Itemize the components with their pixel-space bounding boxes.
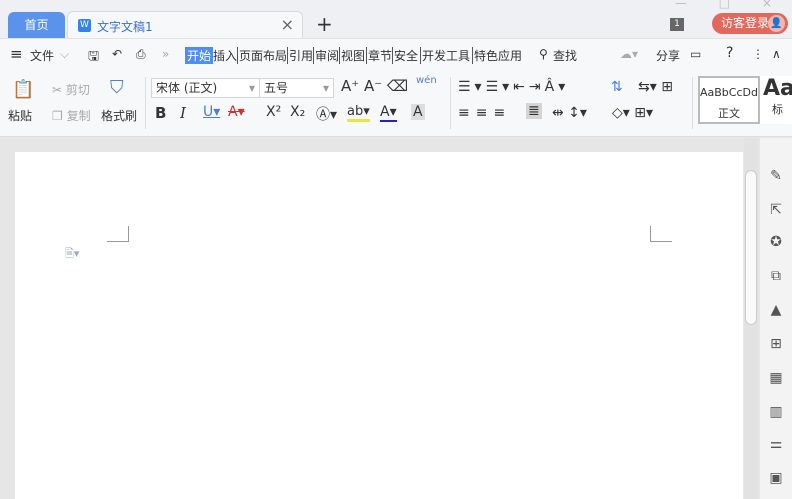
tab-stops-icon[interactable]: ⇆▾ ⊞ — [638, 79, 673, 95]
menu-page-layout[interactable]: 页面布局 — [237, 47, 287, 64]
menu-security[interactable]: 安全 — [392, 47, 418, 64]
menu-developer[interactable]: 开发工具 — [420, 47, 470, 64]
menu-file[interactable]: 文件 — [30, 47, 54, 64]
help-icon[interactable]: ? — [726, 45, 733, 61]
document-page[interactable]: 🗎▾ — [15, 152, 743, 499]
style-name: 标 — [772, 103, 783, 116]
menu-features[interactable]: 特色应用 — [472, 47, 522, 64]
apps-icon[interactable]: ▦ — [760, 370, 792, 386]
sort-icon[interactable]: ⇅ — [611, 79, 623, 95]
tab-home[interactable]: 首页 — [8, 12, 65, 38]
font-name-select[interactable]: 宋体 (正文) ▾ — [151, 78, 260, 98]
cloud-icon[interactable]: ☁▾ — [620, 47, 638, 61]
new-tab-button[interactable]: + — [316, 12, 333, 36]
margin-corner-marker — [650, 226, 672, 242]
justify-icon[interactable]: ≣ — [526, 103, 542, 119]
save-icon[interactable]: 🖫 — [88, 47, 99, 69]
underline-icon[interactable]: U▾ — [203, 104, 220, 120]
menu-home[interactable]: 开始 — [185, 47, 214, 64]
copy-button[interactable]: ❐ 复制 — [52, 107, 91, 124]
style-name: 正文 — [718, 107, 740, 120]
subscript-icon[interactable]: X₂ — [290, 104, 305, 120]
bold-icon[interactable]: B — [155, 104, 166, 122]
stamp-icon[interactable]: ▲ — [760, 302, 792, 318]
right-sidebar: ✎ ⇱ ✪ ⧉ ▲ ⊞ ▦ ▥ ⚌ ▣ — [760, 138, 792, 499]
ribbon-toolbar: 📋 粘贴 ✂ 剪切 ❐ 复制 ⛉ 格式刷 宋体 (正文) ▾ 五号 ▾ A⁺ A⁻ … — [0, 69, 792, 137]
superscript-icon[interactable]: X² — [266, 104, 281, 120]
divider — [450, 77, 451, 129]
menu-view[interactable]: 视图 — [339, 47, 365, 64]
cut-label: 剪切 — [65, 83, 90, 97]
style-heading[interactable]: Aa 标 — [760, 76, 792, 124]
format-painter-icon[interactable]: ⛉ — [110, 77, 124, 98]
paste-button[interactable]: 粘贴 — [8, 107, 32, 124]
sliders-icon[interactable]: ⚌ — [760, 436, 792, 452]
char-shading-icon[interactable]: A — [411, 104, 425, 120]
close-tab-icon[interactable]: × — [281, 15, 294, 34]
align-left-center-right-icon[interactable]: ≡≡≡ — [458, 105, 511, 121]
pen-icon[interactable]: ✎ — [760, 168, 792, 184]
cut-button[interactable]: ✂ 剪切 — [52, 81, 90, 98]
tab-document-title: 文字文稿1 — [97, 20, 153, 34]
menu-insert[interactable]: 插入 — [213, 47, 237, 64]
style-preview: Aa — [763, 76, 792, 101]
distributed-icon[interactable]: ⇹ ↕▾ — [552, 105, 587, 121]
font-name-value: 宋体 (正文) — [156, 81, 218, 95]
window-controls[interactable]: — □ × — [675, 0, 786, 10]
kebab-icon[interactable]: ⋮ — [752, 47, 764, 61]
shading-icon[interactable]: ◇▾ ⊞▾ — [612, 105, 653, 121]
badge-icon[interactable]: ✪ — [760, 234, 792, 250]
font-color-icon[interactable]: A▾ — [380, 104, 397, 122]
cursor-icon[interactable]: ⇱ — [760, 202, 792, 218]
paste-icon[interactable]: 📋 — [12, 79, 34, 100]
chart-icon[interactable]: ▥ — [760, 404, 792, 420]
scrollbar-thumb[interactable] — [745, 170, 757, 325]
tab-document[interactable]: W 文字文稿1 × — [67, 11, 303, 39]
text-effect-icon[interactable]: Ⓐ▾ — [316, 104, 337, 124]
menu-search[interactable]: 查找 — [553, 47, 577, 64]
search-icon[interactable]: ⚲ — [539, 47, 548, 61]
divider — [692, 77, 693, 129]
table-icon[interactable]: ⊞ — [760, 336, 792, 352]
menu-review[interactable]: 审阅 — [313, 47, 339, 64]
paragraph-menu-icon[interactable]: 🗎▾ — [65, 245, 79, 264]
guest-login-button[interactable]: 访客登录 👤 — [712, 13, 788, 34]
menu-bar: ≡ 文件 ⌵ 🖫 ↶ ⎙ » 开始 插入 页面布局 引用 审阅 视图 章节 安全… — [0, 38, 792, 69]
chevron-down-icon[interactable]: ⌵ — [60, 47, 69, 62]
style-preview: AaBbCcDd — [700, 86, 758, 99]
writer-icon: W — [78, 19, 91, 32]
undo-icon[interactable]: ↶ — [112, 47, 122, 61]
menu-chapter[interactable]: 章节 — [366, 47, 392, 64]
login-label: 访客登录 — [721, 16, 770, 30]
menu-references[interactable]: 引用 — [287, 47, 313, 64]
margin-corner-marker — [107, 226, 129, 242]
collapse-icon[interactable]: ∧ — [772, 47, 781, 61]
comment-icon[interactable]: ▭ — [690, 47, 701, 61]
hamburger-icon[interactable]: ≡ — [10, 45, 23, 63]
image-icon[interactable]: ▣ — [760, 470, 792, 486]
font-size-select[interactable]: 五号 ▾ — [259, 78, 334, 98]
grow-font-icon[interactable]: A⁺ A⁻ ⌫ — [341, 77, 408, 95]
copy-label: 复制 — [66, 109, 91, 123]
divider — [145, 77, 146, 129]
more-icon[interactable]: » — [162, 47, 169, 61]
share-button[interactable]: 分享 — [656, 47, 680, 64]
window-count-badge[interactable]: 1 — [670, 18, 684, 31]
list-tools-icon[interactable]: ☰▾☰▾⇤⇥Â▾ — [458, 79, 569, 95]
avatar-icon: 👤 — [768, 15, 785, 32]
phonetic-guide-icon[interactable]: wén — [416, 75, 437, 86]
shapes-icon[interactable]: ⧉ — [760, 268, 792, 284]
format-painter-button[interactable]: 格式刷 — [101, 107, 137, 124]
strikethrough-icon[interactable]: A▾ — [228, 104, 245, 120]
style-normal[interactable]: AaBbCcDd 正文 — [698, 76, 760, 124]
print-icon[interactable]: ⎙ — [136, 47, 146, 62]
italic-icon[interactable]: I — [180, 104, 186, 122]
font-size-value: 五号 — [264, 81, 289, 95]
highlight-icon[interactable]: ab▾ — [347, 104, 370, 122]
